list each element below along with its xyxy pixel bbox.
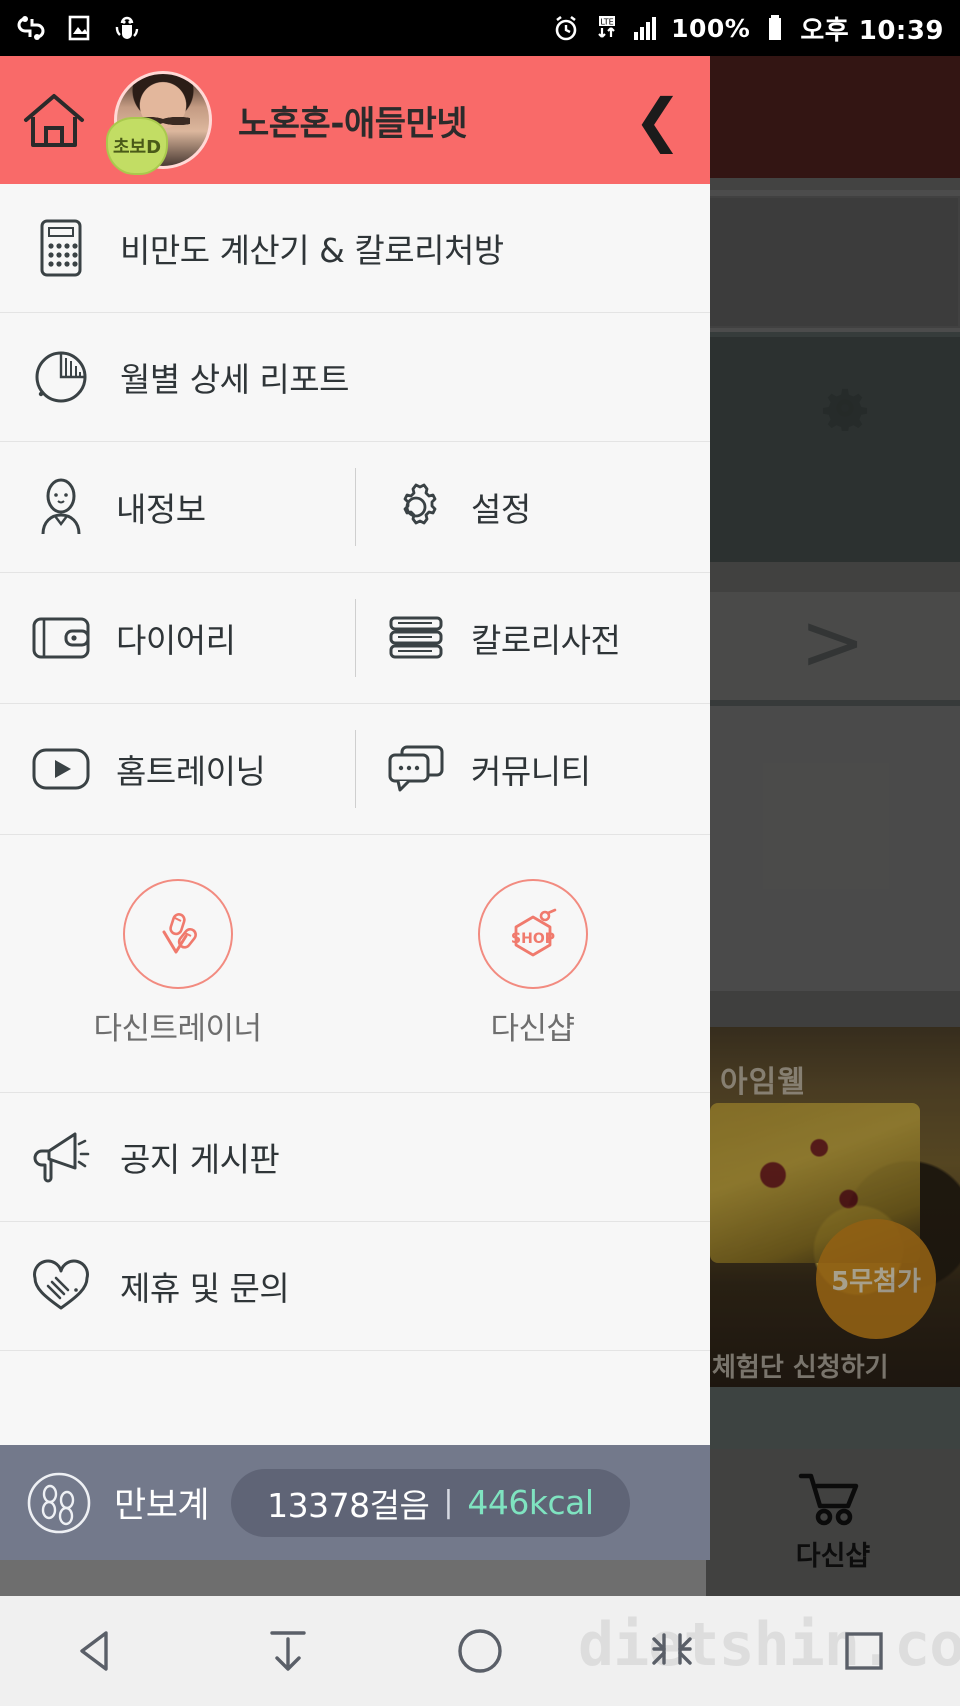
dumbbell-trainer-icon <box>122 879 233 989</box>
nav-home-button[interactable] <box>425 1596 535 1706</box>
pedometer-steps: 13378걸음 <box>267 1485 430 1525</box>
status-bar-left-icons <box>0 13 142 43</box>
shop-tag-icon: SHOP <box>477 879 588 989</box>
status-bar: LTE 100% 오후 10:39 <box>0 0 960 56</box>
nav-back-button[interactable] <box>41 1596 151 1706</box>
chevron-left-icon: ❮ <box>633 86 682 154</box>
promo-row: 다신트레이너 SHOP 다신샵 <box>0 835 710 1093</box>
menu-item-notice-board[interactable]: 공지 게시판 <box>0 1093 710 1222</box>
menu-item-label: 비만도 계산기 & 칼로리처방 <box>120 231 504 270</box>
drawer-scrim-overlay[interactable] <box>706 56 960 1596</box>
lte-data-icon: LTE <box>598 16 616 38</box>
menu-item-home-training[interactable]: 홈트레이닝 <box>0 704 355 834</box>
home-circle-icon <box>458 1629 502 1673</box>
battery-percent-label: 100% <box>671 13 751 43</box>
collapse-icon <box>652 1633 692 1665</box>
svg-text:LTE: LTE <box>600 18 613 27</box>
menu-item-partnership-inquiry[interactable]: 제휴 및 문의 <box>0 1222 710 1351</box>
menu-item-label: 월별 상세 리포트 <box>120 360 350 399</box>
wallet-icon <box>30 607 92 669</box>
promo-label: 다신트레이너 <box>93 1011 262 1047</box>
gear-icon <box>385 476 447 538</box>
person-icon <box>30 476 92 538</box>
promo-dashin-trainer[interactable]: 다신트레이너 <box>0 835 355 1092</box>
signal-bars-icon <box>634 17 657 40</box>
android-sync-icon <box>115 16 139 39</box>
back-triangle-icon <box>80 1631 108 1671</box>
status-bar-right-icons: LTE 100% 오후 10:39 <box>551 10 960 47</box>
navigation-drawer: 초보D 노혼혼-애들만넷 ❮ 비만도 계산기 & 칼로리처방 월별 상세 리포트… <box>0 56 710 1445</box>
nav-recents-button[interactable] <box>809 1596 919 1706</box>
chat-bubble-icon <box>385 738 447 800</box>
drawer-close-button[interactable]: ❮ <box>633 91 688 149</box>
android-navigation-bar <box>0 1596 960 1706</box>
nav-collapse-button[interactable] <box>617 1596 727 1706</box>
recents-square-icon <box>845 1632 883 1670</box>
pie-chart-icon <box>30 346 92 408</box>
menu-item-label: 칼로리사전 <box>471 621 621 660</box>
alarm-icon <box>555 15 577 41</box>
pedometer-separator: | <box>443 1485 454 1520</box>
menu-item-label: 설정 <box>471 490 531 529</box>
pedometer-bar[interactable]: 만보계 13378걸음 | 446kcal <box>0 1445 710 1560</box>
nav-hide-keyboard-button[interactable] <box>233 1596 343 1706</box>
menu-item-my-info[interactable]: 내정보 <box>0 442 355 572</box>
menu-item-monthly-report[interactable]: 월별 상세 리포트 <box>0 313 710 442</box>
pedometer-calories: 446kcal <box>467 1483 594 1522</box>
book-icon <box>385 607 447 669</box>
menu-item-calorie-dictionary[interactable]: 칼로리사전 <box>355 573 710 703</box>
menu-item-settings[interactable]: 설정 <box>355 442 710 572</box>
play-video-icon <box>30 738 92 800</box>
status-bar-clock: 오후 10:39 <box>800 15 944 46</box>
menu-item-community[interactable]: 커뮤니티 <box>355 704 710 834</box>
promo-dashin-shop[interactable]: SHOP 다신샵 <box>355 835 710 1092</box>
megaphone-icon <box>30 1126 92 1188</box>
footprints-icon <box>22 1470 96 1536</box>
screenshot-icon <box>68 15 90 41</box>
battery-icon <box>769 15 782 40</box>
menu-item-label: 공지 게시판 <box>120 1140 280 1179</box>
usb-debug-icon <box>17 16 45 40</box>
menu-pair-row: 내정보 설정 <box>0 442 710 573</box>
calculator-icon <box>30 217 92 279</box>
pedometer-label: 만보계 <box>114 1486 210 1526</box>
home-icon[interactable] <box>22 90 86 150</box>
shop-tag-text: SHOP <box>511 931 555 947</box>
username-label: 노혼혼-애들만넷 <box>238 103 468 144</box>
handshake-heart-icon <box>30 1255 92 1317</box>
menu-item-bmi-calculator[interactable]: 비만도 계산기 & 칼로리처방 <box>0 184 710 313</box>
menu-pair-row: 다이어리 칼로리사전 <box>0 573 710 704</box>
menu-item-label: 홈트레이닝 <box>116 752 266 791</box>
menu-item-label: 다이어리 <box>116 621 236 660</box>
level-badge: 초보D <box>106 117 168 175</box>
pedometer-stats-pill[interactable]: 13378걸음 | 446kcal <box>231 1468 630 1537</box>
menu-pair-row: 홈트레이닝 커뮤니티 <box>0 704 710 835</box>
menu-item-label: 커뮤니티 <box>471 752 591 791</box>
hide-keyboard-icon <box>270 1631 306 1671</box>
avatar[interactable]: 초보D <box>106 71 212 175</box>
menu-item-label: 내정보 <box>116 490 206 529</box>
menu-item-label: 제휴 및 문의 <box>120 1269 290 1308</box>
menu-item-diary[interactable]: 다이어리 <box>0 573 355 703</box>
drawer-header: 초보D 노혼혼-애들만넷 ❮ <box>0 56 710 184</box>
promo-label: 다신샵 <box>490 1011 575 1047</box>
